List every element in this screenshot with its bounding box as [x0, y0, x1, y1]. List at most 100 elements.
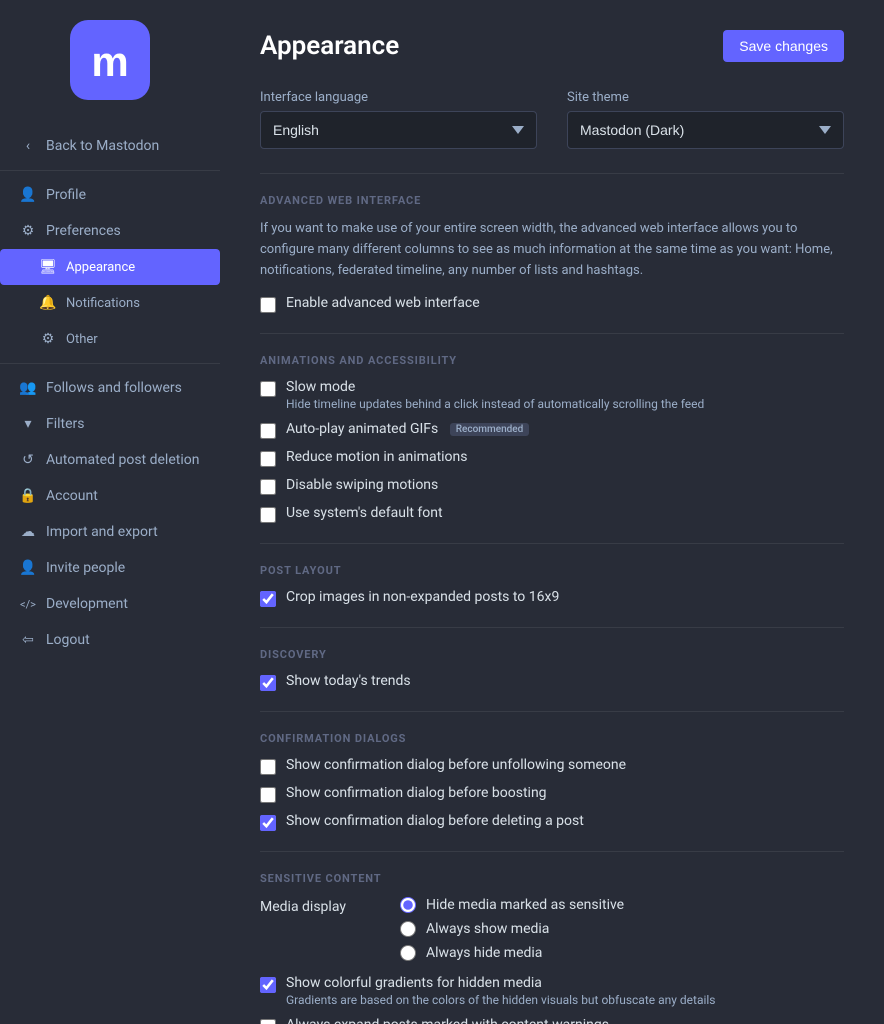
sidebar-item-development[interactable]: </> Development — [0, 586, 220, 622]
system-font-label[interactable]: Use system's default font — [286, 505, 443, 521]
always-show-radio[interactable] — [400, 921, 416, 937]
back-icon: ‹ — [20, 138, 36, 154]
sidebar: m ‹ Back to Mastodon 👤 Profile ⚙ Prefere… — [0, 0, 220, 1024]
sidebar-invite-label: Invite people — [46, 560, 125, 576]
filters-icon: ▾ — [20, 416, 36, 432]
sidebar-item-invite[interactable]: 👤 Invite people — [0, 550, 220, 586]
reduce-motion-label[interactable]: Reduce motion in animations — [286, 449, 468, 465]
hide-sensitive-row: Hide media marked as sensitive — [400, 897, 624, 913]
autoplay-gifs-checkbox[interactable] — [260, 423, 276, 439]
crop-images-label[interactable]: Crop images in non-expanded posts to 16x… — [286, 589, 559, 605]
other-icon: ⚙ — [40, 331, 56, 347]
always-hide-row: Always hide media — [400, 945, 624, 961]
sidebar-appearance-label: Appearance — [66, 260, 135, 275]
theme-group: Site theme Mastodon (Dark) — [567, 90, 844, 149]
recommended-badge: Recommended — [450, 423, 530, 436]
always-show-label[interactable]: Always show media — [426, 921, 549, 937]
sensitive-content-heading: SENSITIVE CONTENT — [260, 872, 844, 885]
confirmation-dialogs-section: CONFIRMATION DIALOGS Show confirmation d… — [260, 732, 844, 831]
expand-content-warnings-checkbox[interactable] — [260, 1019, 276, 1024]
sidebar-item-back[interactable]: ‹ Back to Mastodon — [0, 128, 220, 164]
sidebar-item-profile[interactable]: 👤 Profile — [0, 177, 220, 213]
confirm-delete-row: Show confirmation dialog before deleting… — [260, 813, 844, 831]
media-display-row: Media display Hide media marked as sensi… — [260, 897, 844, 961]
sidebar-item-preferences[interactable]: ⚙ Preferences — [0, 213, 220, 249]
autoplay-gifs-label[interactable]: Auto-play animated GIFs Recommended — [286, 421, 529, 437]
sidebar-logout-label: Logout — [46, 632, 90, 648]
sidebar-item-account[interactable]: 🔒 Account — [0, 478, 220, 514]
sidebar-item-appearance[interactable]: 🖥 Appearance — [0, 249, 220, 285]
sidebar-item-notifications[interactable]: 🔔 Notifications — [0, 285, 220, 321]
language-theme-row: Interface language English Site theme Ma… — [260, 90, 844, 149]
advanced-web-interface-section: ADVANCED WEB INTERFACE If you want to ma… — [260, 194, 844, 313]
sidebar-profile-label: Profile — [46, 187, 86, 203]
confirm-unfollow-checkbox[interactable] — [260, 759, 276, 775]
crop-images-row: Crop images in non-expanded posts to 16x… — [260, 589, 844, 607]
animations-heading: ANIMATIONS AND ACCESSIBILITY — [260, 354, 844, 367]
sidebar-filters-label: Filters — [46, 416, 85, 432]
sidebar-item-import-export[interactable]: ☁ Import and export — [0, 514, 220, 550]
sidebar-import-export-label: Import and export — [46, 524, 158, 540]
sidebar-notifications-label: Notifications — [66, 296, 140, 311]
crop-images-checkbox[interactable] — [260, 591, 276, 607]
auto-delete-icon: ↺ — [20, 452, 36, 468]
confirm-unfollow-row: Show confirmation dialog before unfollow… — [260, 757, 844, 775]
slow-mode-label[interactable]: Slow mode — [286, 379, 704, 395]
main-content: Appearance Save changes Interface langua… — [220, 0, 884, 1024]
colorful-gradients-checkbox[interactable] — [260, 977, 276, 993]
notifications-icon: 🔔 — [40, 295, 56, 311]
divider-5 — [260, 711, 844, 712]
sidebar-item-other[interactable]: ⚙ Other — [0, 321, 220, 357]
nav-divider-1 — [0, 170, 220, 171]
site-theme-select[interactable]: Mastodon (Dark) — [567, 111, 844, 149]
account-icon: 🔒 — [20, 488, 36, 504]
disable-swiping-row: Disable swiping motions — [260, 477, 844, 495]
hide-sensitive-radio[interactable] — [400, 897, 416, 913]
media-display-label: Media display — [260, 897, 380, 915]
discovery-section: DISCOVERY Show today's trends — [260, 648, 844, 691]
disable-swiping-label[interactable]: Disable swiping motions — [286, 477, 438, 493]
interface-language-select[interactable]: English — [260, 111, 537, 149]
development-icon: </> — [20, 596, 36, 612]
sidebar-follows-label: Follows and followers — [46, 380, 182, 396]
sidebar-development-label: Development — [46, 596, 128, 612]
sidebar-item-auto-delete[interactable]: ↺ Automated post deletion — [0, 442, 220, 478]
enable-advanced-label[interactable]: Enable advanced web interface — [286, 295, 480, 311]
svg-text:m: m — [91, 38, 128, 85]
sidebar-logo: m — [70, 20, 150, 128]
always-hide-radio[interactable] — [400, 945, 416, 961]
show-trends-label[interactable]: Show today's trends — [286, 673, 411, 689]
always-hide-label[interactable]: Always hide media — [426, 945, 542, 961]
expand-content-warnings-label[interactable]: Always expand posts marked with content … — [286, 1017, 609, 1024]
reduce-motion-checkbox[interactable] — [260, 451, 276, 467]
confirm-delete-label[interactable]: Show confirmation dialog before deleting… — [286, 813, 584, 829]
autoplay-gifs-row: Auto-play animated GIFs Recommended — [260, 421, 844, 439]
confirm-unfollow-label[interactable]: Show confirmation dialog before unfollow… — [286, 757, 626, 773]
save-changes-top-button[interactable]: Save changes — [723, 30, 844, 62]
sensitive-content-section: SENSITIVE CONTENT Media display Hide med… — [260, 872, 844, 1024]
appearance-icon: 🖥 — [40, 259, 56, 275]
confirm-boost-checkbox[interactable] — [260, 787, 276, 803]
system-font-checkbox[interactable] — [260, 507, 276, 523]
divider-3 — [260, 543, 844, 544]
post-layout-section: POST LAYOUT Crop images in non-expanded … — [260, 564, 844, 607]
language-group: Interface language English — [260, 90, 537, 149]
confirm-delete-checkbox[interactable] — [260, 815, 276, 831]
slow-mode-checkbox[interactable] — [260, 381, 276, 397]
colorful-gradients-label[interactable]: Show colorful gradients for hidden media — [286, 975, 716, 991]
sidebar-item-follows[interactable]: 👥 Follows and followers — [0, 370, 220, 406]
show-trends-row: Show today's trends — [260, 673, 844, 691]
sidebar-item-logout[interactable]: ⇦ Logout — [0, 622, 220, 658]
interface-language-label: Interface language — [260, 90, 537, 105]
sidebar-item-filters[interactable]: ▾ Filters — [0, 406, 220, 442]
hide-sensitive-label[interactable]: Hide media marked as sensitive — [426, 897, 624, 913]
profile-icon: 👤 — [20, 187, 36, 203]
show-trends-checkbox[interactable] — [260, 675, 276, 691]
advanced-web-interface-heading: ADVANCED WEB INTERFACE — [260, 194, 844, 207]
divider-6 — [260, 851, 844, 852]
page-header: Appearance Save changes — [260, 30, 844, 62]
import-export-icon: ☁ — [20, 524, 36, 540]
disable-swiping-checkbox[interactable] — [260, 479, 276, 495]
confirm-boost-label[interactable]: Show confirmation dialog before boosting — [286, 785, 547, 801]
enable-advanced-checkbox[interactable] — [260, 297, 276, 313]
